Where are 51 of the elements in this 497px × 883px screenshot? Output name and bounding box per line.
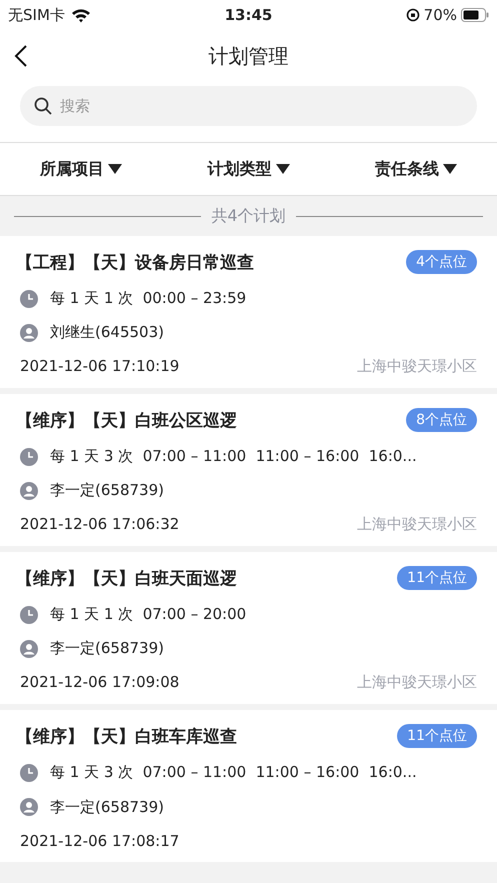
plan-title: 【工程】【天】设备房日常巡查: [16, 252, 254, 274]
point-count-badge: 8个点位: [406, 408, 477, 432]
created-time: 2021-12-06 17:06:32: [20, 515, 180, 534]
caret-icon: [276, 164, 290, 174]
filter-dropdown[interactable]: 责任条线: [375, 154, 457, 184]
schedule-text: 每 1 天 3 次 07:00 – 11:00 11:00 – 16:00 16:0...: [50, 763, 417, 782]
schedule-text: 每 1 天 1 次 07:00 – 20:00: [50, 605, 246, 624]
location-text: 上海中骏天璟小区: [357, 673, 477, 692]
plan-card[interactable]: 【维序】【天】白班车库巡查 11个点位 每 1 天 3 次 07:00 – 11:00 11:00 – 16:00 16:0... 李一定(658739) 2021-12-06 17:08:17: [0, 710, 497, 862]
wifi-icon: [70, 8, 91, 22]
schedule-text: 每 1 天 1 次 00:00 – 23:59: [50, 289, 246, 308]
page-title: 计划管理: [208, 42, 288, 70]
plan-card[interactable]: 【维序】【天】白班天面巡逻 11个点位 每 1 天 1 次 07:00 – 20:00 李一定(658739) 2021-12-06 17:09:08 上海中骏天璟小区: [0, 552, 497, 704]
created-time: 2021-12-06 17:10:19: [20, 357, 180, 376]
plan-title: 【维序】【天】白班天面巡逻: [16, 568, 237, 590]
plan-title: 【维序】【天】白班公区巡逻: [16, 410, 237, 432]
created-time: 2021-12-06 17:08:17: [20, 832, 180, 850]
person-icon: [20, 798, 38, 816]
plan-card[interactable]: 【维序】【天】白班公区巡逻 8个点位 每 1 天 3 次 07:00 – 11:00 11:00 – 16:00 16:0... 李一定(658739) 2021-12-06 17:06:32 上海中骏天璟小区: [0, 394, 497, 546]
created-time: 2021-12-06 17:09:08: [20, 673, 180, 692]
person-icon: [20, 324, 38, 342]
clock-icon: [20, 448, 38, 466]
clock-icon: [20, 764, 38, 782]
person-icon: [20, 482, 38, 500]
filter-dropdown[interactable]: 计划类型: [208, 154, 290, 184]
plan-count: 共4个计划: [211, 206, 286, 226]
rotation-lock-icon: [406, 8, 420, 22]
search-field[interactable]: 搜索: [20, 86, 477, 126]
back-button[interactable]: [14, 44, 28, 68]
assignee-name: 李一定(658739): [50, 639, 164, 658]
point-count-badge: 11个点位: [397, 566, 477, 590]
battery-percent: 70%: [424, 6, 457, 24]
caret-icon: [443, 164, 457, 174]
carrier-label: 无SIM卡: [8, 6, 65, 24]
battery-icon: [461, 8, 489, 22]
point-count-badge: 11个点位: [397, 724, 477, 748]
assignee-name: 李一定(658739): [50, 798, 164, 817]
location-text: 上海中骏天璟小区: [357, 357, 477, 376]
clock-icon: [20, 606, 38, 624]
clock-icon: [20, 290, 38, 308]
person-icon: [20, 640, 38, 658]
location-text: 上海中骏天璟小区: [357, 515, 477, 534]
clock-time: 13:45: [224, 6, 272, 24]
filter-dropdown[interactable]: 所属项目: [40, 154, 122, 184]
schedule-text: 每 1 天 3 次 07:00 – 11:00 11:00 – 16:00 16:0...: [50, 447, 417, 466]
plan-card[interactable]: 【工程】【天】设备房日常巡查 4个点位 每 1 天 1 次 00:00 – 23:59 刘继生(645503) 2021-12-06 17:10:19 上海中骏天璟小区: [0, 236, 497, 388]
assignee-name: 刘继生(645503): [50, 323, 164, 342]
point-count-badge: 4个点位: [406, 250, 477, 274]
assignee-name: 李一定(658739): [50, 481, 164, 500]
plan-title: 【维序】【天】白班车库巡查: [16, 726, 237, 748]
caret-icon: [108, 164, 122, 174]
